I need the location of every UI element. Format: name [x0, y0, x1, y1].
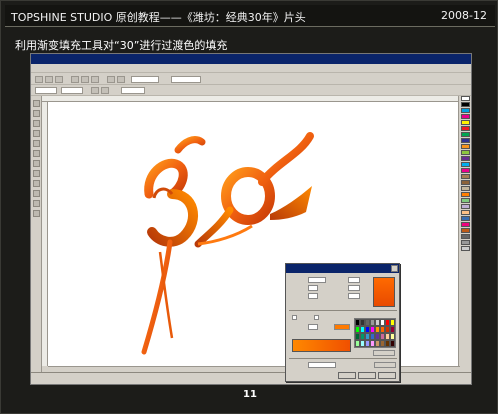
palette-swatch[interactable]	[461, 204, 470, 209]
property-bar[interactable]	[31, 85, 471, 96]
other-color-button[interactable]	[373, 350, 395, 356]
shape-tool-icon[interactable]	[33, 110, 40, 117]
palette-swatch[interactable]	[461, 102, 470, 107]
paste-icon[interactable]	[91, 76, 99, 83]
standard-toolbar[interactable]	[31, 74, 471, 85]
horizontal-center-field[interactable]	[308, 285, 318, 291]
position-field[interactable]	[308, 324, 318, 330]
palette-swatch[interactable]	[461, 132, 470, 137]
palette-swatch[interactable]	[461, 234, 470, 239]
freehand-tool-icon[interactable]	[33, 130, 40, 137]
palette-swatch[interactable]	[461, 192, 470, 197]
palette-swatch[interactable]	[461, 144, 470, 149]
palette-swatch[interactable]	[461, 174, 470, 179]
palette-swatch[interactable]	[461, 180, 470, 185]
palette-swatch[interactable]	[461, 150, 470, 155]
mirror-icon[interactable]	[101, 87, 109, 94]
zero-right-flourish	[258, 132, 314, 186]
outline-width-select[interactable]	[121, 87, 145, 94]
palette-swatch[interactable]	[461, 126, 470, 131]
palette-swatch[interactable]	[461, 138, 470, 143]
zero-ribbon-end	[270, 186, 312, 220]
save-icon[interactable]	[55, 76, 63, 83]
palette-swatch[interactable]	[461, 216, 470, 221]
open-file-icon[interactable]	[45, 76, 53, 83]
text-tool-icon[interactable]	[33, 170, 40, 177]
x-position-field[interactable]	[35, 87, 57, 94]
three-lower-stroke	[147, 189, 198, 247]
color-palette[interactable]	[458, 96, 471, 372]
fill-tool-icon[interactable]	[33, 210, 40, 217]
palette-swatch[interactable]	[461, 210, 470, 215]
toolbox	[31, 96, 42, 372]
slide-header: TOPSHINE STUDIO 原创教程——《潍坊：经典30年》片头 2008-…	[5, 5, 495, 27]
interactive-fill-tool-icon[interactable]	[33, 180, 40, 187]
slide-frame: TOPSHINE STUDIO 原创教程——《潍坊：经典30年》片头 2008-…	[0, 0, 498, 414]
outline-tool-icon[interactable]	[33, 200, 40, 207]
app-titlebar	[31, 54, 471, 64]
slide-title: TOPSHINE STUDIO 原创教程——《潍坊：经典30年》片头	[11, 11, 306, 24]
zoom-level-select[interactable]	[131, 76, 159, 83]
rotate-icon[interactable]	[91, 87, 99, 94]
top-swirl	[174, 136, 206, 154]
status-bar	[31, 372, 471, 384]
width-field[interactable]	[61, 87, 83, 94]
section-divider	[289, 310, 397, 311]
section-divider	[289, 358, 397, 359]
ellipse-tool-icon[interactable]	[33, 150, 40, 157]
palette-swatch[interactable]	[461, 162, 470, 167]
gradient-bar[interactable]	[292, 339, 351, 352]
pick-tool-icon[interactable]	[33, 100, 40, 107]
slide-date: 2008-12	[441, 9, 487, 22]
steps-field[interactable]	[348, 285, 360, 291]
palette-swatch[interactable]	[461, 168, 470, 173]
vertical-center-field[interactable]	[308, 293, 318, 299]
rectangle-tool-icon[interactable]	[33, 140, 40, 147]
font-select[interactable]	[171, 76, 201, 83]
palette-swatch[interactable]	[461, 156, 470, 161]
eyedropper-tool-icon[interactable]	[33, 190, 40, 197]
two-color-radio[interactable]	[292, 315, 297, 320]
undo-icon[interactable]	[107, 76, 115, 83]
palette-swatch[interactable]	[461, 108, 470, 113]
presets-select[interactable]	[308, 362, 336, 368]
palette-swatch[interactable]	[461, 228, 470, 233]
polygon-tool-icon[interactable]	[33, 160, 40, 167]
ok-button[interactable]	[338, 372, 356, 379]
close-icon[interactable]	[391, 265, 398, 272]
fill-type-select[interactable]	[308, 277, 326, 283]
cut-icon[interactable]	[71, 76, 79, 83]
redo-icon[interactable]	[117, 76, 125, 83]
custom-radio[interactable]	[314, 315, 319, 320]
help-button[interactable]	[378, 372, 396, 379]
palette-swatch[interactable]	[461, 246, 470, 251]
dialog-titlebar	[286, 264, 399, 273]
new-file-icon[interactable]	[35, 76, 43, 83]
angle-field[interactable]	[348, 277, 360, 283]
color-grid[interactable]	[354, 318, 396, 348]
palette-swatch[interactable]	[461, 240, 470, 245]
palette-swatch[interactable]	[461, 186, 470, 191]
current-color-swatch[interactable]	[334, 324, 350, 330]
postscript-options-button[interactable]	[374, 362, 396, 368]
copy-icon[interactable]	[81, 76, 89, 83]
zoom-tool-icon[interactable]	[33, 120, 40, 127]
page-number: 11	[243, 389, 257, 400]
app-menubar[interactable]	[31, 64, 471, 73]
palette-swatch[interactable]	[461, 222, 470, 227]
fountain-fill-dialog	[285, 263, 400, 382]
palette-swatch[interactable]	[461, 96, 470, 101]
edge-pad-field[interactable]	[348, 293, 360, 299]
fill-preview	[373, 277, 395, 307]
cancel-button[interactable]	[358, 372, 376, 379]
palette-swatch[interactable]	[461, 120, 470, 125]
coreldraw-window	[30, 53, 472, 385]
palette-swatch[interactable]	[461, 114, 470, 119]
slide-caption: 利用渐变填充工具对“30”进行过渡色的填充	[15, 39, 228, 52]
palette-swatch[interactable]	[461, 198, 470, 203]
